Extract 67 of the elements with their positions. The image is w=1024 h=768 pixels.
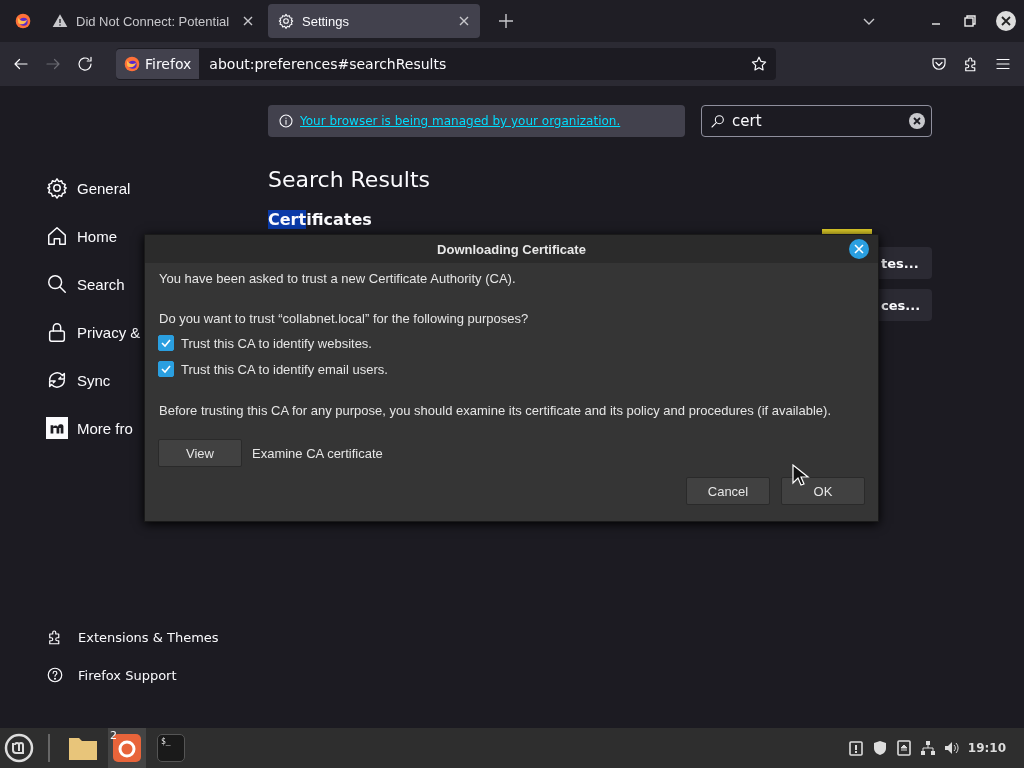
tab-title: Did Not Connect: Potential: [76, 13, 231, 29]
close-icon[interactable]: [242, 15, 254, 27]
settings-icon: [278, 13, 294, 29]
info-icon: [278, 113, 294, 129]
sidebar-item[interactable]: Home: [46, 212, 230, 260]
network-icon[interactable]: [919, 740, 936, 756]
clock[interactable]: 19:10: [967, 741, 1006, 755]
eject-icon[interactable]: [895, 740, 912, 756]
sidebar-item[interactable]: General: [46, 164, 230, 212]
warning-icon: [52, 13, 68, 29]
section-heading: Certificates: [268, 210, 373, 229]
dialog-text: You have been asked to trust a new Certificate Authority (CA).: [159, 271, 517, 286]
view-label: Examine CA certificate: [252, 445, 383, 461]
firefox-icon: [124, 56, 140, 72]
dialog-text: Do you want to trust “collabnet.local” for the following purposes?: [159, 311, 530, 326]
browser-tab[interactable]: Did Not Connect: Potential: [42, 4, 264, 38]
settings-button[interactable]: tes...: [879, 247, 932, 279]
page-heading: Search Results: [268, 167, 431, 192]
checkbox-label: Trust this CA to identify websites.: [181, 335, 372, 351]
clipboard-icon[interactable]: [847, 740, 864, 756]
shield-icon[interactable]: [871, 740, 888, 756]
window-count: 2: [110, 729, 117, 742]
folder-icon: [68, 735, 98, 761]
dialog-text: Before trusting this CA for any purpose, you should examine its certificate and its policy and procedures (if available).: [159, 403, 832, 418]
url-text: about:preferences#searchResults: [209, 56, 448, 72]
dialog-button[interactable]: OK: [781, 477, 865, 505]
firefox-icon: [15, 13, 31, 29]
search-icon: [710, 113, 726, 129]
highlight-marker: [822, 229, 872, 234]
dialog-title: Downloading Certificate: [437, 241, 586, 257]
home-icon: [46, 225, 68, 247]
identity-chip[interactable]: Firefox: [116, 49, 200, 79]
clear-icon[interactable]: [909, 113, 925, 129]
pocket-icon[interactable]: [930, 55, 948, 73]
m-logo-icon: [46, 417, 68, 439]
terminal-icon: $_: [157, 734, 185, 762]
sidebar-link[interactable]: Extensions & Themes: [46, 626, 230, 648]
search-field[interactable]: cert: [701, 105, 932, 137]
volume-icon[interactable]: [943, 740, 960, 756]
policy-link[interactable]: Your browser is being managed by your organization.: [300, 114, 621, 128]
tab-title: Settings: [302, 13, 350, 29]
close-icon: [854, 244, 864, 254]
star-icon[interactable]: [750, 55, 768, 73]
taskbar-app[interactable]: $_: [152, 728, 190, 768]
lock-icon: [46, 321, 68, 343]
menu-logo-icon[interactable]: [4, 733, 34, 763]
new-tab-icon[interactable]: [498, 13, 514, 29]
settings-button[interactable]: ces...: [879, 289, 932, 321]
close-icon[interactable]: [458, 15, 470, 27]
cursor-icon: [792, 464, 810, 486]
help-icon: [46, 666, 64, 684]
checkbox-label: Trust this CA to identify email users.: [181, 361, 388, 377]
address-bar[interactable]: Firefox about:preferences#searchResults: [116, 48, 776, 80]
sync-icon: [46, 369, 68, 391]
view-button[interactable]: View: [158, 439, 242, 467]
restore-icon[interactable]: [964, 15, 976, 27]
checkbox[interactable]: [158, 335, 174, 351]
dialog-button[interactable]: Cancel: [686, 477, 770, 505]
taskbar-app[interactable]: 2: [108, 728, 146, 768]
close-icon[interactable]: [996, 11, 1016, 31]
sidebar-link[interactable]: Firefox Support: [46, 664, 230, 686]
close-button[interactable]: [849, 239, 869, 259]
settings-icon: [46, 177, 68, 199]
checkbox[interactable]: [158, 361, 174, 377]
browser-tab[interactable]: Settings: [268, 4, 480, 38]
search-icon: [46, 273, 68, 295]
reload-icon[interactable]: [76, 55, 94, 73]
